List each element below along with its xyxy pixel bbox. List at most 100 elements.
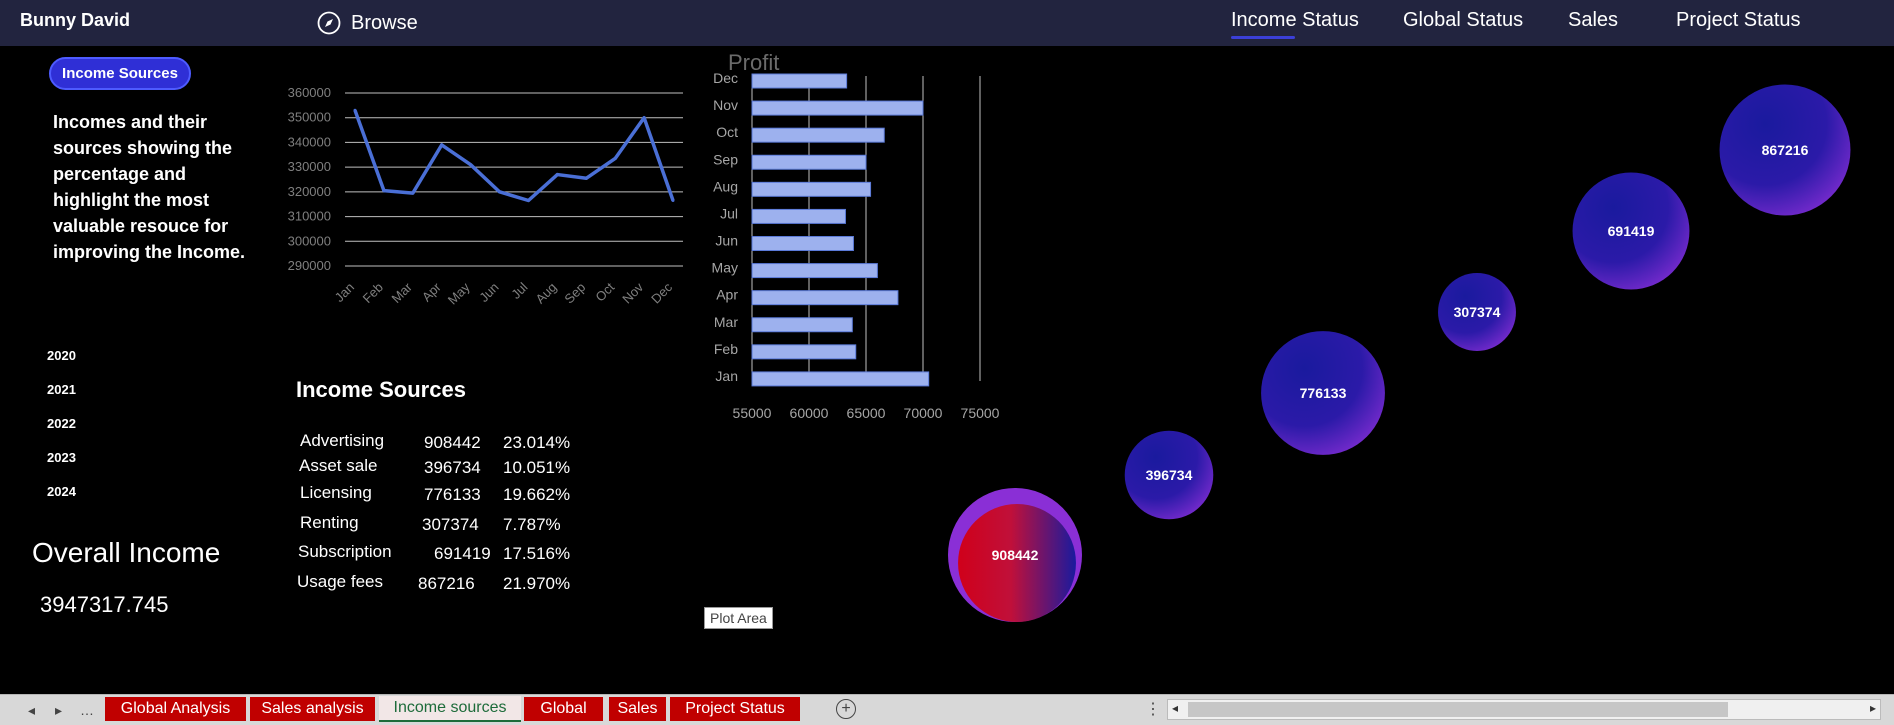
scroll-left-icon[interactable]: ◂	[1172, 701, 1178, 715]
nav-sales-label: Sales	[1568, 9, 1619, 31]
line-y-tick-label: 350000	[288, 110, 331, 125]
sheet-tab[interactable]: Project Status	[670, 697, 800, 721]
source-pct-cell: 23.014%	[503, 433, 571, 452]
scroll-split-handle[interactable]: ⋮	[1145, 699, 1161, 719]
bar-y-tick-label: Nov	[713, 97, 738, 113]
source-name-cell: Subscription	[298, 542, 392, 561]
nav-income-status[interactable]: Income Status	[1231, 9, 1359, 39]
source-pct-cell: 7.787%	[503, 515, 561, 534]
line-point	[353, 108, 357, 112]
sheet-tab[interactable]: Global	[524, 697, 603, 721]
line-y-tick-label: 330000	[288, 159, 331, 174]
bar-y-tick-label: Mar	[714, 314, 738, 330]
source-name-cell: Renting	[300, 513, 359, 532]
scrollbar-thumb[interactable]	[1188, 702, 1728, 717]
next-sheet-arrow[interactable]: ▸	[55, 702, 62, 719]
more-sheets-ellipsis[interactable]: …	[80, 702, 94, 718]
line-x-tick-label: Aug	[533, 280, 560, 307]
bar	[751, 371, 930, 387]
line-x-tick-label: May	[445, 279, 473, 307]
bar-y-tick-label: Dec	[713, 70, 738, 86]
sheet-tab[interactable]: Sales analysis	[250, 697, 375, 721]
bar-x-tick-label: 60000	[790, 405, 829, 421]
line-point	[642, 116, 646, 120]
compass-icon	[317, 11, 341, 35]
income-sources-button[interactable]: Income Sources	[49, 57, 191, 90]
source-pct-cell: 10.051%	[503, 458, 571, 477]
year-filter-2022[interactable]: 2022	[47, 416, 76, 431]
nav-sales[interactable]: Sales	[1568, 9, 1618, 32]
bubble-overlay	[958, 504, 1076, 622]
year-filter-2024[interactable]: 2024	[47, 484, 76, 499]
line-x-tick-label: Jan	[332, 280, 357, 305]
bar	[751, 100, 924, 116]
line-x-tick-label: Apr	[419, 279, 444, 304]
user-name: Bunny David	[20, 10, 131, 30]
top-bar: Bunny David Browse Income Status Global …	[0, 0, 1894, 46]
year-filter-2023[interactable]: 2023	[47, 450, 76, 465]
bar	[751, 317, 853, 333]
bar-y-tick-label: Sep	[713, 151, 738, 167]
bar-x-tick-label: 55000	[733, 405, 772, 421]
line-x-tick-label: Jun	[476, 280, 501, 305]
bar-y-tick-label: Jan	[715, 368, 738, 384]
line-point	[382, 189, 386, 193]
scroll-right-icon[interactable]: ▸	[1870, 701, 1876, 715]
nav-income-status-label: Income Status	[1231, 9, 1359, 31]
bar	[751, 344, 857, 360]
line-x-tick-label: Feb	[360, 280, 386, 306]
line-y-tick-label: 300000	[288, 233, 331, 248]
horizontal-scrollbar[interactable]: ◂ ▸	[1167, 699, 1881, 720]
overall-income-title: Overall Income	[32, 537, 221, 568]
line-point	[613, 156, 617, 160]
year-filter-2020[interactable]: 2020	[47, 348, 76, 363]
overall-income-value: 3947317.745	[40, 592, 169, 617]
source-pct-cell: 19.662%	[503, 485, 571, 504]
line-x-tick-label: Dec	[648, 279, 675, 306]
line-y-tick-label: 310000	[288, 209, 331, 224]
nav-global-status[interactable]: Global Status	[1403, 9, 1523, 32]
sheet-tab[interactable]: Income sources	[379, 696, 521, 722]
line-point	[526, 199, 530, 203]
bar	[751, 208, 846, 224]
bar	[751, 154, 867, 170]
bar-y-tick-label: Oct	[716, 124, 738, 140]
line-point	[584, 176, 588, 180]
source-name-cell: Advertising	[300, 431, 385, 450]
line-x-tick-label: Oct	[592, 279, 617, 304]
source-pct-cell: 17.516%	[503, 544, 571, 563]
bar	[751, 290, 899, 306]
line-x-tick-label: Nov	[619, 279, 646, 306]
source-value-cell: 307374	[422, 515, 479, 534]
browse-link[interactable]: Browse	[317, 11, 418, 35]
year-filter-2021[interactable]: 2021	[47, 382, 76, 397]
bar-y-tick-label: Aug	[713, 178, 738, 194]
bubble-label: 776133	[1300, 385, 1347, 401]
sheet-tab[interactable]: Global Analysis	[105, 697, 246, 721]
bubble-label: 307374	[1454, 304, 1501, 320]
source-value-cell: 908442	[424, 433, 481, 452]
line-y-tick-label: 290000	[288, 258, 331, 273]
bar-x-tick-label: 65000	[847, 405, 886, 421]
bubble-label: 396734	[1146, 467, 1193, 483]
income-bubble-chart[interactable]: 908442 396734 776133 307374 691419 867216	[920, 70, 1880, 630]
income-line-chart[interactable]: 290000 300000 310000 320000 330000 340000 3500…	[260, 78, 700, 318]
bar	[751, 263, 878, 279]
sheet-tab[interactable]: Sales	[609, 697, 666, 721]
line-series	[353, 109, 675, 203]
bar-y-tick-label: Jul	[720, 205, 738, 221]
active-nav-indicator	[1231, 36, 1295, 39]
bar	[751, 236, 854, 251]
bar-y-tick-label: May	[712, 260, 738, 276]
source-name-cell: Usage fees	[297, 572, 383, 591]
nav-global-status-label: Global Status	[1403, 9, 1524, 31]
line-point	[440, 143, 444, 147]
bar-y-tick-label: Apr	[716, 287, 738, 303]
nav-project-status[interactable]: Project Status	[1676, 9, 1801, 32]
sheet-tab-strip: ◂ ▸ … Global Analysis Sales analysis Incom…	[0, 694, 1894, 725]
add-sheet-button[interactable]: +	[836, 699, 856, 719]
line-x-tick-label: Sep	[561, 280, 588, 307]
description-text: Incomes and their sources showing the pe…	[53, 112, 246, 262]
prev-sheet-arrow[interactable]: ◂	[28, 702, 35, 719]
line-x-tick-label: Mar	[389, 279, 416, 306]
